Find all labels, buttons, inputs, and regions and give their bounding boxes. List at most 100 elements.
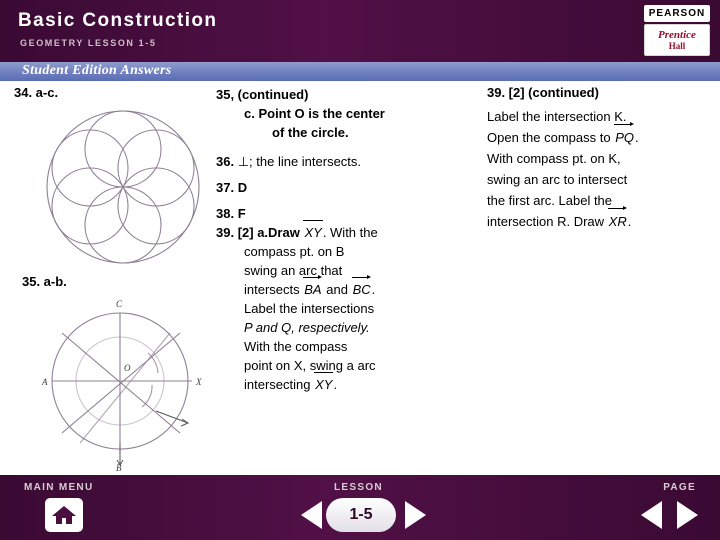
middle-column: 35, (continued) c. Point O is the center… <box>216 85 476 394</box>
answer-39-line4-text-c: . <box>371 282 376 297</box>
answer-39-line9-text-b: . <box>333 377 338 392</box>
answer-39-line3-text: swing an arc that <box>244 263 343 278</box>
slide-page: Basic Construction GEOMETRY LESSON 1-5 P… <box>0 0 720 540</box>
page-title: Basic Construction <box>18 10 218 31</box>
answer-39-cont-line3-text: With compass pt. on K, <box>487 151 621 166</box>
ray-xr: XR <box>607 205 628 232</box>
answer-39-line1: 39. [2] a.Draw XY. With the <box>216 220 476 242</box>
answer-39-cont-line2-text-b: . <box>635 130 639 145</box>
answer-37: 37. D <box>216 178 476 197</box>
left-column: 34. a-c. 35. a-b. C O A X B <box>14 85 214 473</box>
answer-36-text: ; the line intersects. <box>249 154 362 169</box>
answer-38: 38. F <box>216 204 476 223</box>
answer-39-line7: With the compass <box>216 337 476 356</box>
answer-39-line2: compass pt. on B <box>216 242 476 261</box>
answer-39-score: [2] a.Draw <box>237 225 300 240</box>
answer-39-cont-line6-text-a: intersection R. Draw <box>487 214 605 229</box>
right-column: 39. [2] (continued) Label the intersecti… <box>487 85 712 232</box>
answer-35c-line2: of the circle. <box>216 123 476 142</box>
segment-xy-2: XY <box>314 372 334 392</box>
header-bar: Basic Construction GEOMETRY LESSON 1-5 P… <box>0 0 720 62</box>
triangle-left-icon <box>640 501 662 529</box>
answer-39-cont-line2: Open the compass to PQ. <box>487 121 712 148</box>
answer-39-line2-text: compass pt. on B <box>244 244 345 259</box>
answer-36: 36. ⊥; the line intersects. <box>216 152 476 171</box>
answer-35-continued: 35, (continued) <box>216 85 476 104</box>
answer-39-line3: swing an arc that <box>216 261 476 280</box>
answer-39-number: 39. <box>216 225 235 240</box>
answer-35c-line1: c. Point O is the center <box>216 104 476 123</box>
segment-xy-1: XY <box>303 220 324 240</box>
svg-text:A: A <box>41 377 48 387</box>
answer-38-text: F <box>237 206 246 221</box>
answer-37-number: 37. <box>216 180 235 195</box>
answer-39-cont-line4: swing an arc to intersect <box>487 169 712 190</box>
pearson-logo: PEARSON <box>644 5 710 22</box>
lesson-subtitle: GEOMETRY LESSON 1-5 <box>20 38 157 48</box>
lesson-number-button[interactable]: 1-5 <box>326 498 396 532</box>
answer-39-line4-text-a: intersects <box>244 282 300 297</box>
answer-39-continued-header: 39. [2] (continued) <box>487 85 599 100</box>
home-icon <box>52 506 76 524</box>
question-34-label: 34. a-c. <box>14 85 59 100</box>
triangle-right-icon <box>404 501 426 529</box>
flower-of-life-construction <box>34 107 212 267</box>
answer-39-line5-text: Label the intersections <box>244 301 375 316</box>
answer-39-cont-line5-text: the first arc. Label the <box>487 193 613 208</box>
lesson-next-button[interactable] <box>400 498 430 532</box>
answer-35c-line2-text: of the circle. <box>272 125 349 140</box>
circle-angle-bisector-construction: C O A X B <box>20 293 220 473</box>
answer-36-number: 36. <box>216 154 235 169</box>
answer-39-cont-line2-text-a: Open the compass to <box>487 130 611 145</box>
answer-39-cont-line4-text: swing an arc to intersect <box>487 172 628 187</box>
lesson-label: LESSON <box>334 482 383 493</box>
answer-39-line9-text-a: intersecting <box>244 377 311 392</box>
answer-35-continued-text: 35, (continued) <box>216 87 309 102</box>
answer-35c-line1-text: c. Point O is the center <box>244 106 385 121</box>
svg-text:O: O <box>124 363 131 373</box>
answer-39-cont-line5: the first arc. Label the <box>487 190 712 211</box>
lesson-prev-button[interactable] <box>296 498 326 532</box>
perpendicular-icon: ⊥ <box>237 154 250 169</box>
answer-39-cont-line6: intersection R. Draw XR. <box>487 205 712 232</box>
prentice-hall-logo-line2: Hall <box>668 40 686 51</box>
triangle-left-icon <box>300 501 322 529</box>
page-label: PAGE <box>663 482 696 493</box>
home-button[interactable] <box>45 498 83 532</box>
svg-text:C: C <box>116 299 123 309</box>
ray-ba: BA <box>303 274 322 297</box>
answer-37-text: D <box>237 180 248 195</box>
ray-pq: PQ <box>614 121 635 148</box>
svg-text:X: X <box>195 377 202 387</box>
prentice-hall-logo-line1: Prentice <box>658 28 696 41</box>
answer-39-line9: intersecting XY. <box>216 372 476 394</box>
footer-bar: MAIN MENU LESSON PAGE 1-5 <box>0 475 720 540</box>
answer-38-number: 38. <box>216 206 235 221</box>
answer-39-line8: point on X, swing a arc <box>216 356 476 375</box>
section-band-label: Student Edition Answers <box>22 63 172 78</box>
answer-39-cont-line1: Label the intersection K. <box>487 106 712 127</box>
main-menu-label: MAIN MENU <box>24 482 94 493</box>
triangle-right-icon <box>676 501 698 529</box>
answer-39-line6: P and Q, respectively. <box>216 318 476 337</box>
answer-39-line7-text: With the compass <box>244 339 348 354</box>
answer-39-cont-line3: With compass pt. on K, <box>487 148 712 169</box>
question-35-label: 35. a-b. <box>22 274 67 289</box>
answer-39-cont-line6-text-b: . <box>627 214 632 229</box>
answer-39-cont-line1-text: Label the intersection K. <box>487 109 627 124</box>
page-prev-button[interactable] <box>636 498 666 532</box>
answer-39-line1-text: . With the <box>322 225 378 240</box>
answers-content: 34. a-c. 35. a-b. C O A X B 35, (continu… <box>0 81 720 475</box>
answer-39-line4: intersects BA and BC. <box>216 274 476 299</box>
answer-39-line6-text: P and Q, respectively. <box>244 320 370 335</box>
answer-39-line5: Label the intersections <box>216 299 476 318</box>
prentice-hall-logo: Prentice Hall <box>644 24 710 56</box>
svg-text:B: B <box>116 463 122 473</box>
answer-39-line4-text-b: and <box>326 282 348 297</box>
page-next-button[interactable] <box>672 498 702 532</box>
ray-bc: BC <box>351 274 371 297</box>
answer-39-line8-text: point on X, swing a arc <box>244 358 376 373</box>
